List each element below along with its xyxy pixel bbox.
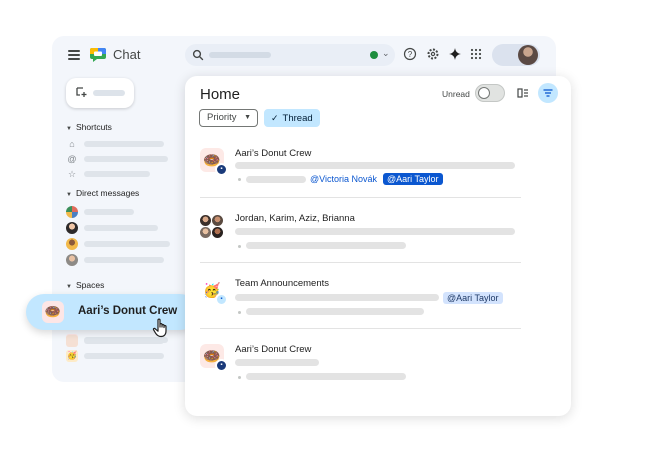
home-panel: Home Unread Priority ▼ ✓ Thread 🍩 ▪ Aari… xyxy=(185,76,571,416)
message-skeleton xyxy=(235,294,439,301)
bullet xyxy=(238,178,241,181)
collapse-triangle-icon: ▼ xyxy=(66,192,72,198)
unread-toggle[interactable] xyxy=(475,84,505,102)
sidebar-space-aaris-donut-crew[interactable]: 🍩 Aari’s Donut Crew xyxy=(26,294,198,330)
sidebar-label-skeleton xyxy=(84,257,164,263)
help-icon[interactable]: ? xyxy=(403,47,417,61)
mention-link[interactable]: @Victoria Novák xyxy=(310,174,377,184)
split-view-icon[interactable] xyxy=(516,86,530,100)
toggle-knob xyxy=(478,87,490,99)
avatar xyxy=(66,222,78,234)
divider xyxy=(200,328,521,329)
new-chat-icon xyxy=(76,87,87,97)
top-bar: Chat ⌄ ? xyxy=(52,36,556,74)
search-icon xyxy=(192,49,204,61)
unread-label: Unread xyxy=(442,89,470,99)
party-icon: 🥳 xyxy=(66,350,78,362)
section-direct-messages[interactable]: ▼ Direct messages xyxy=(66,188,139,198)
message-skeleton xyxy=(235,228,515,235)
sidebar-label-skeleton xyxy=(84,209,134,215)
message-skeleton xyxy=(246,373,406,380)
app-title: Chat xyxy=(113,47,141,62)
bullet xyxy=(238,311,241,314)
section-shortcuts[interactable]: ▼ Shortcuts xyxy=(66,122,112,132)
page-title: Home xyxy=(200,86,241,103)
chevron-down-icon[interactable]: ⌄ xyxy=(382,48,390,59)
donut-icon: 🍩 xyxy=(42,301,64,323)
conversation-name: Aari’s Donut Crew xyxy=(235,344,312,355)
avatar xyxy=(66,254,78,266)
search-bar[interactable] xyxy=(185,44,395,66)
caret-down-icon: ▼ xyxy=(244,114,251,121)
sidebar-label-skeleton xyxy=(84,141,164,147)
space-label: Aari’s Donut Crew xyxy=(78,305,178,317)
user-avatar[interactable] xyxy=(518,45,538,65)
message-skeleton xyxy=(246,308,424,315)
message-skeleton xyxy=(235,162,515,169)
space-badge-icon: ▪ xyxy=(215,293,228,306)
message-skeleton xyxy=(246,176,306,183)
home-icon: ⌂ xyxy=(69,139,75,149)
star-icon: ☆ xyxy=(67,169,77,179)
apps-grid-icon[interactable] xyxy=(469,47,483,61)
stage: Chat ⌄ ? ▼ Shortcuts ⌂ @ ☆ ▼ Direct mess… xyxy=(0,0,663,450)
mention-chip-self[interactable]: @Aari Taylor xyxy=(383,173,443,185)
collapse-triangle-icon: ▼ xyxy=(66,126,72,132)
hand-pointer-cursor-icon xyxy=(152,318,167,338)
search-placeholder-skeleton xyxy=(209,52,271,58)
new-chat-button[interactable] xyxy=(66,78,134,108)
status-online-icon[interactable] xyxy=(370,51,378,59)
conversation-name: Jordan, Karim, Aziz, Brianna xyxy=(235,213,355,224)
filter-icon xyxy=(543,89,553,97)
chat-logo-icon xyxy=(90,48,106,62)
section-spaces[interactable]: ▼ Spaces xyxy=(66,280,104,290)
svg-text:?: ? xyxy=(408,50,413,59)
space-icon xyxy=(66,335,78,347)
gemini-sparkle-icon[interactable] xyxy=(448,47,462,61)
priority-filter-dropdown[interactable]: Priority ▼ xyxy=(199,109,258,127)
avatar xyxy=(200,227,211,238)
space-badge-icon: ▪ xyxy=(215,163,228,176)
thread-filter-chip[interactable]: ✓ Thread xyxy=(264,109,320,127)
conversation-name: Team Announcements xyxy=(235,278,330,289)
space-badge-icon: ▪ xyxy=(215,359,228,372)
sidebar-label-skeleton xyxy=(84,338,164,344)
avatar xyxy=(212,227,223,238)
message-skeleton xyxy=(246,242,406,249)
group-avatar xyxy=(66,206,78,218)
sidebar-label-skeleton xyxy=(84,171,150,177)
check-icon: ✓ xyxy=(271,113,279,123)
avatar xyxy=(66,238,78,250)
avatar xyxy=(212,215,223,226)
sidebar-label-skeleton xyxy=(84,156,168,162)
message-skeleton xyxy=(235,359,319,366)
gear-icon[interactable] xyxy=(426,47,440,61)
conversation-name: Aari’s Donut Crew xyxy=(235,148,312,159)
menu-icon[interactable] xyxy=(68,50,80,60)
sidebar-label-skeleton xyxy=(84,225,158,231)
bullet xyxy=(238,245,241,248)
divider xyxy=(200,197,521,198)
new-chat-label-skeleton xyxy=(93,90,125,96)
bullet xyxy=(238,376,241,379)
group-avatars xyxy=(200,215,224,239)
at-mention-icon: @ xyxy=(67,154,77,164)
avatar xyxy=(200,215,211,226)
sidebar-label-skeleton xyxy=(84,353,164,359)
sidebar-label-skeleton xyxy=(84,241,170,247)
collapse-triangle-icon: ▼ xyxy=(66,284,72,290)
divider xyxy=(200,262,521,263)
filter-button[interactable] xyxy=(538,83,558,103)
mention-chip[interactable]: @Aari Taylor xyxy=(443,292,503,304)
